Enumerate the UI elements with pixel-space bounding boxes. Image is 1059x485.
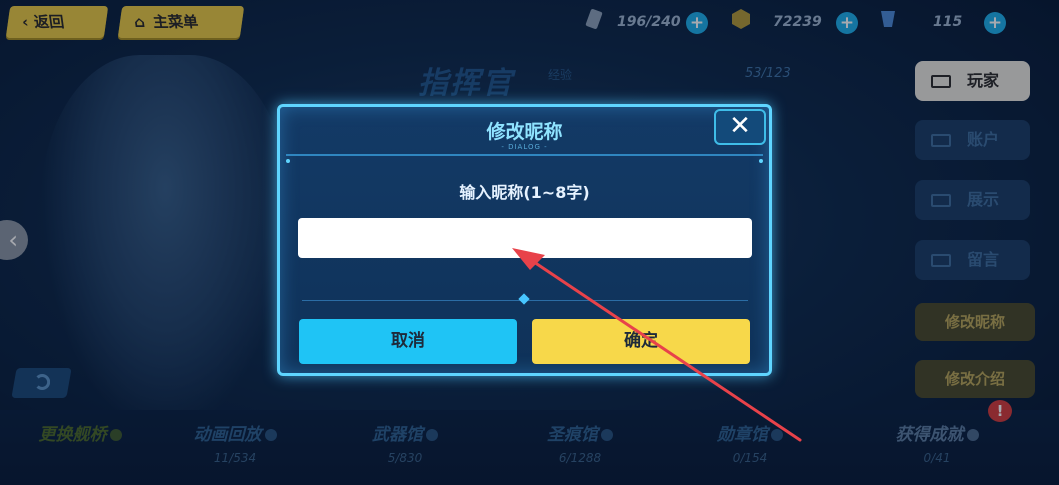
- annotation-arrow: [512, 248, 802, 442]
